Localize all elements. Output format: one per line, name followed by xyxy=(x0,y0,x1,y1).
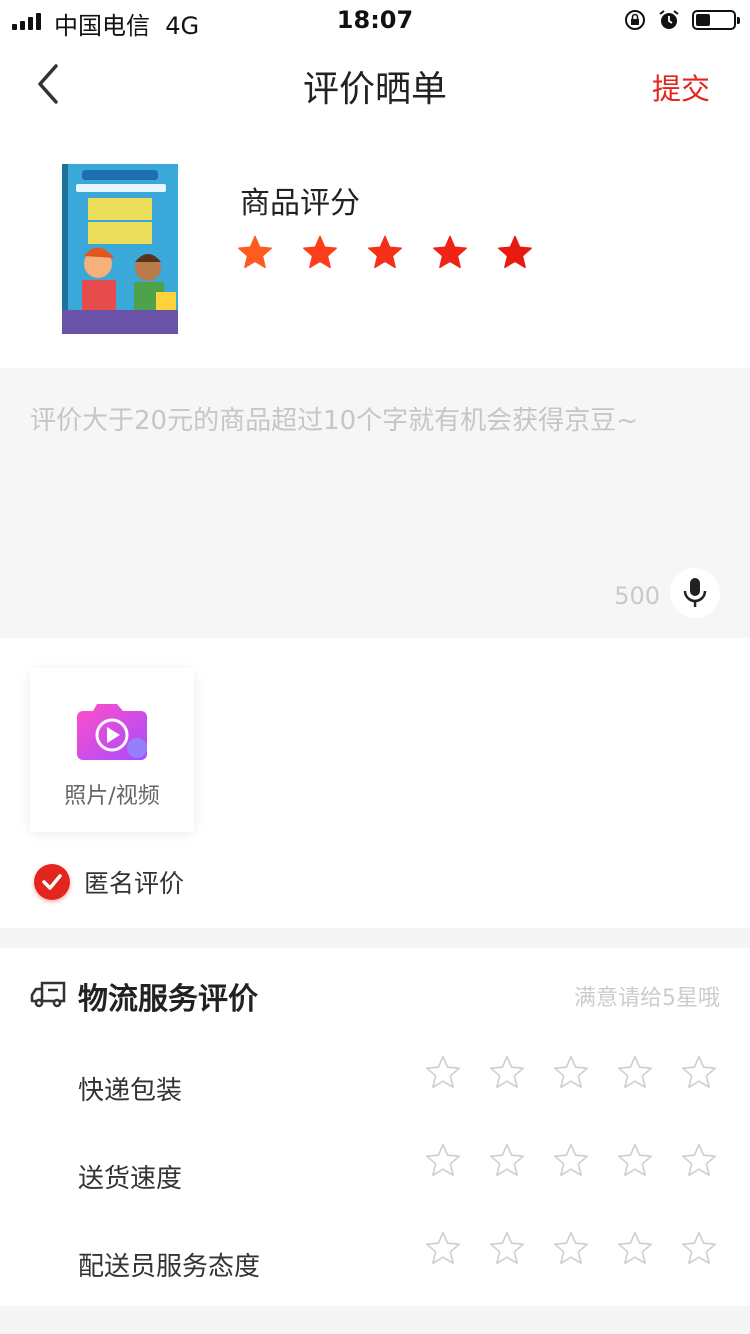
packaging-star-rating[interactable] xyxy=(424,1054,718,1092)
logistics-rating-section: 物流服务评价 满意请给5星哦 快递包装 送货速度 配送员服务态度 xyxy=(0,948,750,1306)
star-outline-icon[interactable] xyxy=(424,1054,462,1092)
star-outline-icon[interactable] xyxy=(488,1054,526,1092)
anonymous-toggle[interactable]: 匿名评价 xyxy=(34,862,184,902)
star-outline-icon[interactable] xyxy=(424,1230,462,1268)
star-outline-icon[interactable] xyxy=(488,1230,526,1268)
star-outline-icon[interactable] xyxy=(552,1230,590,1268)
upload-photo-video-button[interactable]: 照片/视频 xyxy=(30,668,194,832)
media-section: 照片/视频 匿名评价 xyxy=(0,638,750,928)
chevron-left-icon xyxy=(38,64,58,104)
star-outline-icon[interactable] xyxy=(424,1142,462,1180)
page-title: 评价晒单 xyxy=(302,69,447,110)
orientation-lock-icon xyxy=(625,10,645,30)
star-outline-icon[interactable] xyxy=(616,1142,654,1180)
star-filled-icon[interactable] xyxy=(496,234,534,272)
logistics-hint: 满意请给5星哦 xyxy=(574,986,720,1011)
star-outline-icon[interactable] xyxy=(488,1142,526,1180)
logistics-title: 物流服务评价 xyxy=(78,982,258,1017)
char-count: 500 xyxy=(614,582,660,610)
bottom-spacer xyxy=(0,1306,750,1334)
star-filled-icon[interactable] xyxy=(301,234,339,272)
star-filled-icon[interactable] xyxy=(366,234,404,272)
rating-row-delivery-speed: 送货速度 xyxy=(0,1140,750,1210)
camera-video-icon xyxy=(77,704,147,760)
checkmark-icon xyxy=(34,864,70,900)
product-star-rating[interactable] xyxy=(236,234,534,272)
anonymous-label: 匿名评价 xyxy=(84,869,185,898)
product-rating-section: 商品评分 xyxy=(0,128,750,368)
delivery-speed-star-rating[interactable] xyxy=(424,1142,718,1180)
battery-icon xyxy=(692,10,740,30)
rating-row-label: 快递包装 xyxy=(78,1076,183,1106)
rating-row-label: 送货速度 xyxy=(78,1164,183,1194)
alarm-icon xyxy=(659,10,679,29)
star-outline-icon[interactable] xyxy=(552,1054,590,1092)
voice-input-button[interactable] xyxy=(670,568,720,618)
star-outline-icon[interactable] xyxy=(552,1142,590,1180)
star-outline-icon[interactable] xyxy=(616,1230,654,1268)
star-outline-icon[interactable] xyxy=(680,1230,718,1268)
comment-textarea[interactable]: 评价大于20元的商品超过10个字就有机会获得京豆~ 500 xyxy=(0,368,750,638)
star-outline-icon[interactable] xyxy=(616,1054,654,1092)
star-filled-icon[interactable] xyxy=(431,234,469,272)
microphone-icon xyxy=(683,578,707,607)
upload-label: 照片/视频 xyxy=(64,784,160,809)
rating-row-packaging: 快递包装 xyxy=(0,1052,750,1122)
product-rating-label: 商品评分 xyxy=(240,186,360,221)
back-button[interactable] xyxy=(30,62,70,106)
star-outline-icon[interactable] xyxy=(680,1142,718,1180)
truck-icon xyxy=(30,981,66,1008)
star-outline-icon[interactable] xyxy=(680,1054,718,1092)
book-cover-image xyxy=(62,164,178,334)
navigation-bar: 评价晒单 提交 xyxy=(0,40,750,128)
status-bar: 中国电信 4G 18:07 xyxy=(0,0,750,40)
star-filled-icon[interactable] xyxy=(236,234,274,272)
courier-service-star-rating[interactable] xyxy=(424,1230,718,1268)
comment-placeholder: 评价大于20元的商品超过10个字就有机会获得京豆~ xyxy=(30,406,638,436)
rating-row-courier-service: 配送员服务态度 xyxy=(0,1228,750,1298)
rating-row-label: 配送员服务态度 xyxy=(78,1252,261,1282)
submit-button[interactable]: 提交 xyxy=(652,66,710,108)
